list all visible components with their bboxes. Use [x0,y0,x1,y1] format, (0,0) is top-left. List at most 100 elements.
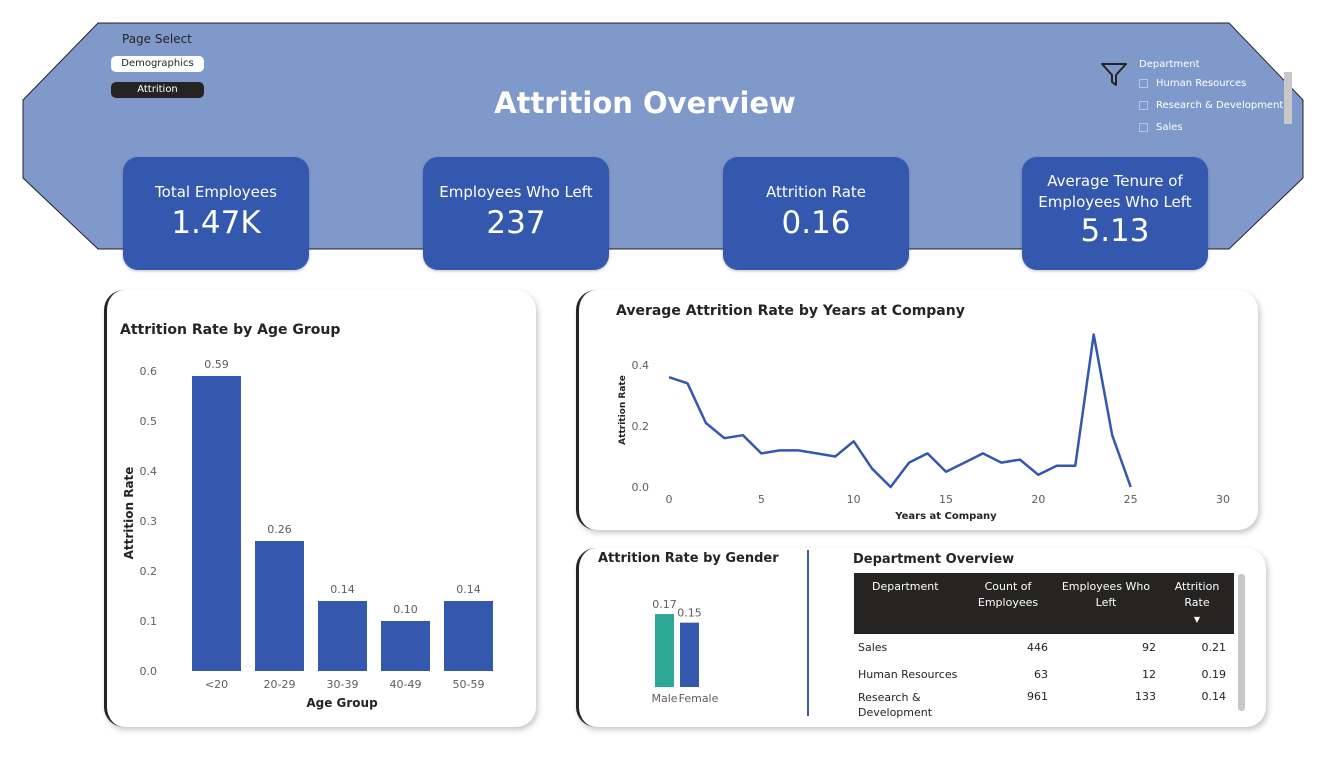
y-axis-title: Attrition Rate [618,375,628,445]
divider [807,550,809,716]
slicer-option-label: Human Resources [1156,78,1247,89]
y-tick-label: 0.4 [632,359,650,372]
cell-attrition-rate: 0.21 [1201,641,1227,654]
x-tick-label: 10 [847,493,861,506]
x-tick-label: 40-49 [390,678,422,691]
y-tick-label: 0.1 [140,615,158,628]
data-label: 0.26 [267,523,292,536]
y-tick-label: 0.3 [140,515,158,528]
y-tick-label: 0.0 [632,481,650,494]
column-header-department[interactable]: Department [854,573,964,634]
kpi-label: Attrition Rate [766,183,866,201]
cell-department: Sales [858,641,888,654]
x-tick-label: Female [679,692,719,705]
x-tick-label: <20 [205,678,228,691]
data-label: 0.14 [456,583,481,596]
table-scrollbar[interactable] [1238,574,1245,711]
slicer-option-label: Research & Development [1156,100,1284,111]
data-label: 0.14 [330,583,355,596]
kpi-label: Average Tenure of Employees Who Left [1038,172,1192,211]
gender-bar-chart: 0.17 Male 0.15 Female [651,598,719,705]
nav-button-demographics[interactable]: Demographics [111,56,204,72]
slicer-option-research-development[interactable]: Research & Development [1139,100,1283,111]
kpi-value: 0.16 [781,205,851,241]
bar [318,601,367,671]
y-tick-label: 0.4 [140,465,158,478]
chevron-down-icon[interactable] [1272,55,1286,65]
department-slicer-title: Department [1139,59,1200,70]
page-title: Attrition Overview [494,86,796,120]
table-header-row: Department Count of Employees Employees … [854,573,1234,634]
column-header-left[interactable]: Employees Who Left [1052,573,1160,634]
kpi-value: 1.47K [171,205,261,241]
bar [680,622,699,687]
x-tick-label: 0 [666,493,673,506]
kpi-value: 5.13 [1080,213,1150,249]
years-at-company-line-chart: 0.0 0.2 0.4 0 5 10 15 20 25 30 Years at Company Att… [618,333,1230,522]
kpi-value: 237 [486,205,546,241]
x-tick-label: 30-39 [327,678,359,691]
kpi-label: Total Employees [155,183,277,201]
x-tick-label: 50-59 [453,678,485,691]
cell-department: Human Resources [858,668,958,681]
cell-left: 92 [1142,641,1156,654]
slicer-option-label: Sales [1156,122,1183,133]
x-tick-label: Male [651,692,677,705]
kpi-attrition-rate: Attrition Rate 0.16 [723,157,909,270]
x-axis-title: Age Group [306,696,378,710]
slicer-option-sales[interactable]: Sales [1139,122,1183,133]
cell-attrition-rate: 0.19 [1201,668,1227,681]
slicer-option-human-resources[interactable]: Human Resources [1139,78,1246,89]
cell-count: 446 [1027,641,1048,654]
gender-chart-title: Attrition Rate by Gender [598,551,779,566]
bar [444,601,493,671]
data-label: 0.17 [652,598,677,611]
cell-count: 63 [1034,668,1048,681]
slicer-scrollbar[interactable] [1284,72,1292,124]
kpi-employees-who-left: Employees Who Left 237 [423,157,609,270]
bar [192,376,241,671]
data-label: 0.10 [393,603,418,616]
cell-count: 961 [1027,690,1048,703]
kpi-label: Employees Who Left [439,183,593,201]
page-select-label: Page Select [122,32,192,46]
bar [255,541,304,671]
x-tick-label: 5 [758,493,765,506]
cell-left: 12 [1142,668,1156,681]
y-tick-label: 0.2 [632,420,650,433]
y-tick-label: 0.2 [140,565,158,578]
filter-icon[interactable] [1100,62,1128,88]
cell-department: Research & Development [858,691,933,719]
y-tick-label: 0.5 [140,415,158,428]
column-header-attrition-rate[interactable]: Attrition Rate ▼ [1160,573,1234,634]
y-tick-label: 0.6 [140,365,158,378]
checkbox[interactable] [1139,79,1148,88]
column-header-label: Attrition Rate [1174,580,1220,609]
checkbox[interactable] [1139,123,1148,132]
data-label: 0.15 [677,607,702,620]
department-overview-table: Department Count of Employees Employees … [854,573,1234,720]
y-tick-label: 0.0 [140,665,158,678]
cell-attrition-rate: 0.14 [1201,690,1227,703]
y-axis-title: Attrition Rate [122,467,136,560]
bar [381,621,430,671]
table-row: Research & Development 961 133 0.14 [854,688,1234,720]
x-axis-title: Years at Company [894,511,997,522]
x-tick-label: 15 [939,493,953,506]
x-tick-label: 20-29 [264,678,296,691]
sort-desc-icon: ▼ [1193,615,1201,624]
x-tick-label: 20 [1031,493,1045,506]
bar [655,614,674,687]
x-tick-label: 30 [1216,493,1230,506]
department-overview-title: Department Overview [853,552,1015,567]
data-label: 0.59 [204,358,229,371]
column-header-count[interactable]: Count of Employees [964,573,1052,634]
table-row: Human Resources 63 12 0.19 [854,661,1234,688]
cell-left: 133 [1135,690,1156,703]
age-group-bar-chart: 0.0 0.1 0.2 0.3 0.4 0.5 0.6 0.59 <20 0.26 20-29 0.1… [122,358,493,710]
x-tick-label: 25 [1124,493,1138,506]
kpi-average-tenure: Average Tenure of Employees Who Left 5.1… [1022,157,1208,270]
table-row: Sales 446 92 0.21 [854,634,1234,661]
checkbox[interactable] [1139,101,1148,110]
series-line [668,333,1132,489]
